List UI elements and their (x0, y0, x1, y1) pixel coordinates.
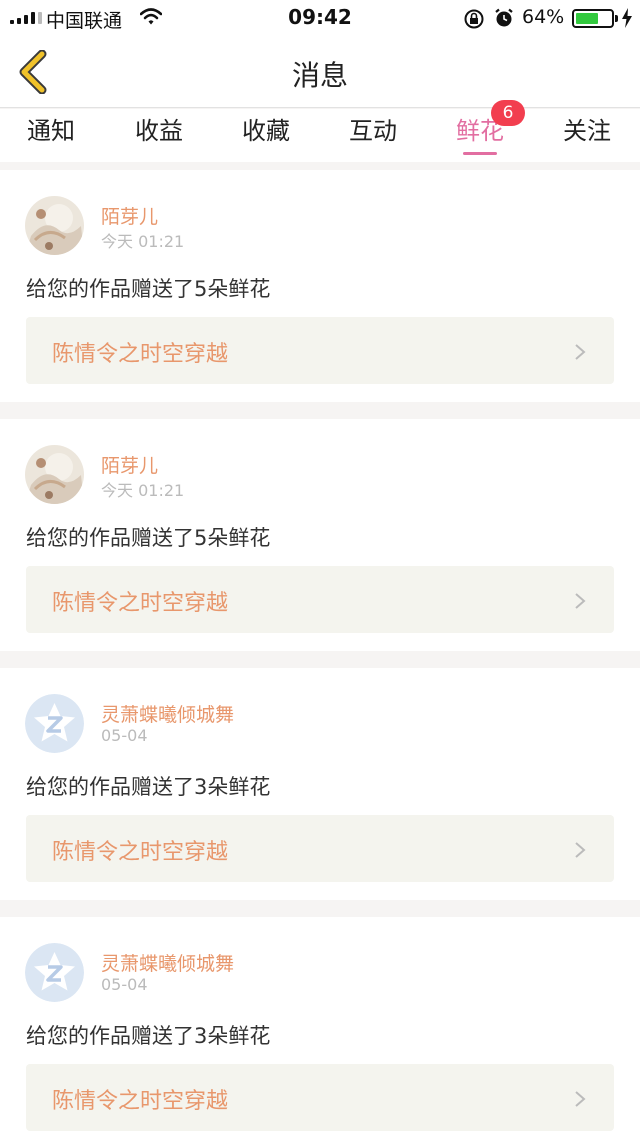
work-title: 陈情令之时空穿越 (52, 591, 229, 616)
tab-label: 收藏 (242, 117, 290, 145)
work-title: 陈情令之时空穿越 (52, 840, 229, 865)
tab-flowers[interactable]: 鲜花 6 (430, 100, 530, 162)
sender-username[interactable]: 灵萧蝶曦倾城舞 (101, 700, 234, 727)
avatar[interactable] (25, 196, 84, 255)
chevron-right-icon (575, 593, 586, 609)
page-title: 消息 (291, 59, 348, 92)
photo-avatar-icon (25, 445, 84, 504)
photo-avatar-icon (25, 196, 84, 255)
work-title: 陈情令之时空穿越 (52, 342, 229, 367)
sender-username[interactable]: 陌芽儿 (101, 451, 158, 478)
work-link[interactable]: 陈情令之时空穿越 (26, 1064, 614, 1131)
message-list: 陌芽儿 今天 01:21 给您的作品赠送了5朵鲜花 陈情令之时空穿越 陌芽儿 今… (0, 170, 640, 1139)
message-time: 今天 01:21 (101, 481, 185, 500)
tab-label: 关注 (563, 117, 611, 145)
tab-label: 通知 (27, 117, 75, 145)
tab-interactions[interactable]: 互动 (323, 109, 423, 162)
battery-percent: 64% (522, 6, 565, 28)
unread-count-badge: 6 (491, 100, 525, 126)
message-card: 陌芽儿 今天 01:21 给您的作品赠送了5朵鲜花 陈情令之时空穿越 (0, 170, 640, 402)
tab-label: 互动 (349, 117, 397, 145)
sender-username[interactable]: 灵萧蝶曦倾城舞 (101, 949, 234, 976)
status-bar: 中国联通 09:42 64% (0, 0, 640, 36)
battery-tip (615, 15, 618, 22)
message-card: 灵萧蝶曦倾城舞 05-04 给您的作品赠送了3朵鲜花 陈情令之时空穿越 (0, 917, 640, 1139)
work-title: 陈情令之时空穿越 (52, 1089, 229, 1114)
rotation-lock-icon (464, 9, 484, 29)
message-card: 灵萧蝶曦倾城舞 05-04 给您的作品赠送了3朵鲜花 陈情令之时空穿越 (0, 668, 640, 900)
message-text: 给您的作品赠送了3朵鲜花 (26, 1024, 271, 1048)
default-avatar-icon (25, 694, 84, 753)
charging-bolt-icon (622, 8, 632, 28)
avatar[interactable] (25, 943, 84, 1002)
message-time: 05-04 (101, 726, 148, 745)
tab-following[interactable]: 关注 (537, 109, 637, 162)
battery-icon (572, 9, 614, 28)
message-time: 05-04 (101, 975, 148, 994)
tab-favorites[interactable]: 收藏 (216, 109, 316, 162)
work-link[interactable]: 陈情令之时空穿越 (26, 317, 614, 384)
chevron-right-icon (575, 842, 586, 858)
tab-notifications[interactable]: 通知 (1, 109, 101, 162)
tab-label: 收益 (135, 117, 183, 145)
alarm-icon (495, 8, 513, 27)
tab-earnings[interactable]: 收益 (109, 109, 209, 162)
message-time: 今天 01:21 (101, 232, 185, 251)
message-text: 给您的作品赠送了5朵鲜花 (26, 526, 271, 550)
chevron-right-icon (575, 1091, 586, 1107)
default-avatar-icon (25, 943, 84, 1002)
message-text: 给您的作品赠送了5朵鲜花 (26, 277, 271, 301)
avatar[interactable] (25, 445, 84, 504)
message-card: 陌芽儿 今天 01:21 给您的作品赠送了5朵鲜花 陈情令之时空穿越 (0, 419, 640, 651)
tab-bar: 通知 收益 收藏 互动 鲜花 6 关注 (0, 100, 640, 162)
message-text: 给您的作品赠送了3朵鲜花 (26, 775, 271, 799)
sender-username[interactable]: 陌芽儿 (101, 202, 158, 229)
work-link[interactable]: 陈情令之时空穿越 (26, 815, 614, 882)
chevron-right-icon (575, 344, 586, 360)
navigation-bar: 消息 (0, 36, 640, 108)
avatar[interactable] (25, 694, 84, 753)
work-link[interactable]: 陈情令之时空穿越 (26, 566, 614, 633)
